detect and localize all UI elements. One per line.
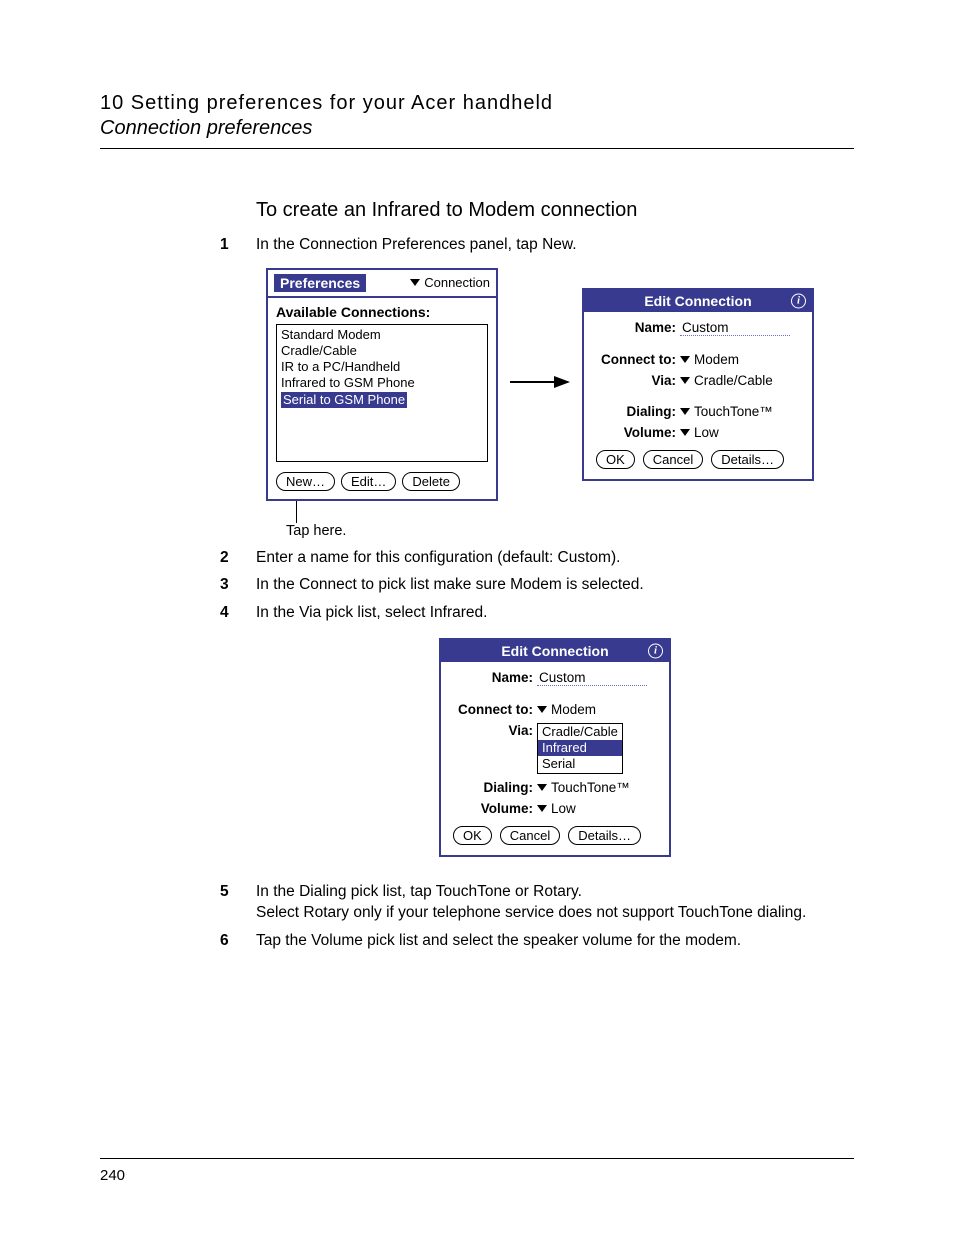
list-item[interactable]: IR to a PC/Handheld: [281, 359, 483, 375]
chevron-down-icon: [680, 408, 690, 415]
chevron-down-icon: [410, 279, 420, 286]
cancel-button[interactable]: Cancel: [500, 826, 560, 845]
step-3: 3 In the Connect to pick list make sure …: [256, 574, 854, 596]
dialing-picker[interactable]: TouchTone™: [680, 404, 773, 419]
details-button[interactable]: Details…: [568, 826, 641, 845]
ok-button[interactable]: OK: [453, 826, 492, 845]
details-button[interactable]: Details…: [711, 450, 784, 469]
page-header: 10 Setting preferences for your Acer han…: [100, 92, 854, 140]
name-field[interactable]: Custom: [680, 320, 790, 336]
volume-label: Volume:: [451, 801, 537, 816]
volume-picker[interactable]: Low: [537, 801, 576, 816]
info-icon[interactable]: i: [648, 643, 663, 658]
via-option-selected[interactable]: Infrared: [538, 740, 622, 756]
chevron-down-icon: [680, 377, 690, 384]
connect-to-picker[interactable]: Modem: [537, 702, 596, 717]
dialing-label: Dialing:: [451, 780, 537, 795]
available-connections-heading: Available Connections:: [276, 304, 488, 320]
step-5: 5 In the Dialing pick list, tap TouchTon…: [256, 881, 854, 924]
name-label: Name:: [594, 320, 680, 335]
arrow-right-icon: [510, 374, 570, 395]
edit-connection-screen: Edit Connection i Name: Custom Connect t…: [582, 288, 814, 481]
procedure-heading: To create an Infrared to Modem connectio…: [256, 199, 854, 222]
dialing-label: Dialing:: [594, 404, 680, 419]
screens-row-1: Preferences Connection Available Connect…: [266, 268, 854, 501]
section-subtitle: Connection preferences: [100, 117, 854, 140]
footer-rule: [100, 1158, 854, 1159]
prefs-category-picker[interactable]: Connection: [410, 275, 490, 290]
page-number: 240: [100, 1167, 854, 1184]
ok-button[interactable]: OK: [596, 450, 635, 469]
chevron-down-icon: [680, 429, 690, 436]
step-2: 2 Enter a name for this configuration (d…: [256, 547, 854, 569]
via-option[interactable]: Serial: [538, 756, 622, 772]
edit-connection-title: Edit Connection i: [441, 640, 669, 662]
name-label: Name:: [451, 670, 537, 685]
step-6: 6 Tap the Volume pick list and select th…: [256, 930, 854, 952]
connect-to-label: Connect to:: [451, 702, 537, 717]
chevron-down-icon: [537, 805, 547, 812]
edit-button[interactable]: Edit…: [341, 472, 396, 491]
list-item[interactable]: Cradle/Cable: [281, 343, 483, 359]
via-label: Via:: [451, 723, 537, 738]
new-button[interactable]: New…: [276, 472, 335, 491]
via-option[interactable]: Cradle/Cable: [538, 724, 622, 740]
connections-list[interactable]: Standard Modem Cradle/Cable IR to a PC/H…: [276, 324, 488, 462]
edit-connection-screen-via-open: Edit Connection i Name: Custom Connect t…: [439, 638, 671, 857]
connect-to-picker[interactable]: Modem: [680, 352, 739, 367]
info-icon[interactable]: i: [791, 293, 806, 308]
chevron-down-icon: [680, 356, 690, 363]
volume-picker[interactable]: Low: [680, 425, 719, 440]
step-1: 1 In the Connection Preferences panel, t…: [256, 234, 854, 256]
connect-to-label: Connect to:: [594, 352, 680, 367]
callout-label: Tap here.: [286, 523, 346, 539]
via-popup[interactable]: Cradle/Cable Infrared Serial: [537, 723, 623, 774]
via-picker[interactable]: Cradle/Cable: [680, 373, 773, 388]
preferences-screen: Preferences Connection Available Connect…: [266, 268, 498, 501]
delete-button[interactable]: Delete: [402, 472, 460, 491]
chevron-down-icon: [537, 784, 547, 791]
cancel-button[interactable]: Cancel: [643, 450, 703, 469]
step-4: 4 In the Via pick list, select Infrared.: [256, 602, 854, 624]
list-item[interactable]: Infrared to GSM Phone: [281, 375, 483, 391]
header-rule: [100, 148, 854, 149]
name-field[interactable]: Custom: [537, 670, 647, 686]
dialing-picker[interactable]: TouchTone™: [537, 780, 630, 795]
chevron-down-icon: [537, 706, 547, 713]
list-item[interactable]: Standard Modem: [281, 327, 483, 343]
via-label: Via:: [594, 373, 680, 388]
callout-line: [296, 501, 297, 523]
list-item[interactable]: Serial to GSM Phone: [281, 392, 483, 408]
prefs-title: Preferences: [274, 274, 366, 292]
volume-label: Volume:: [594, 425, 680, 440]
edit-connection-title: Edit Connection i: [584, 290, 812, 312]
chapter-title: 10 Setting preferences for your Acer han…: [100, 92, 854, 115]
